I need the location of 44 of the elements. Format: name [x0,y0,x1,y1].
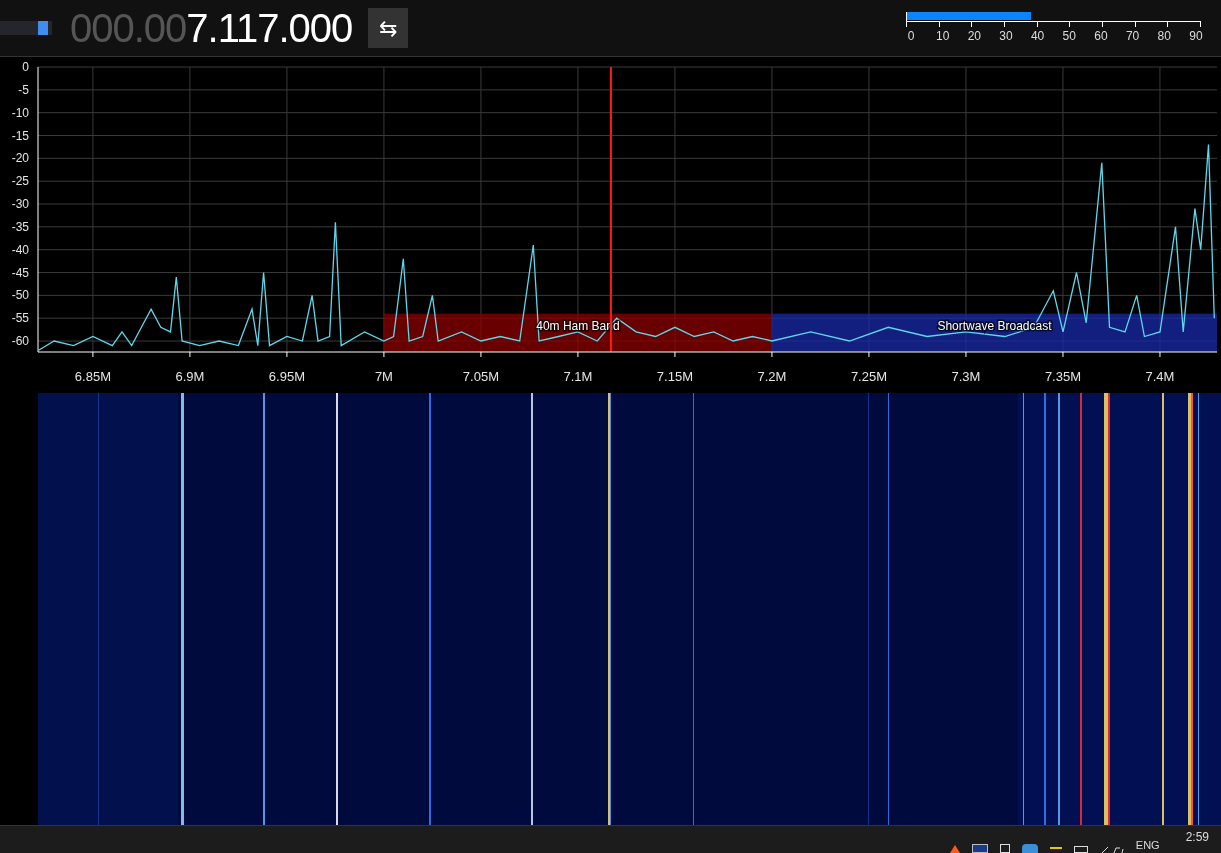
meter-tick-label: 60 [1093,27,1109,45]
x-tick-label: 7M [374,369,393,384]
x-tick-label: 7.15M [656,369,693,384]
meter-tick-label: 90 [1188,27,1204,45]
meter-tick-label: 0 [906,27,916,45]
clock[interactable]: 2:59 [1185,828,1209,846]
swap-button[interactable]: ⇆ [368,8,409,48]
meter-tick-label: 70 [1124,27,1141,45]
app-icon[interactable] [1021,844,1038,853]
y-tick-label: -10 [11,105,29,120]
x-tick-label: 7.25M [850,369,887,384]
y-tick-label: -50 [11,288,29,303]
y-tick-label: -45 [11,265,29,280]
meter-tick-label: 20 [966,27,982,45]
y-tick-label: -5 [18,82,29,97]
x-tick-label: 7.35M [1044,369,1082,384]
y-tick-label: -30 [11,197,29,211]
y-tick-label: -35 [11,219,29,234]
flame-icon[interactable] [949,845,960,853]
y-tick-label: -55 [11,311,29,326]
x-tick-label: 7.2M [757,369,787,384]
meter-tick-label: 80 [1156,27,1172,45]
x-tick-label: 6.95M [268,369,305,384]
frequency-digits[interactable]: 7.117.000 [186,6,353,50]
y-tick-label: -25 [11,174,29,189]
y-tick-label: -60 [11,334,29,349]
volume-slider[interactable] [0,21,52,35]
meter-tick-label: 50 [1061,27,1077,45]
x-tick-label: 7.4M [1145,369,1175,384]
meter-tick-label: 10 [934,27,951,45]
meter-tick-label: 40 [1029,27,1046,45]
x-tick-label: 6.9M [175,369,205,384]
x-tick-label: 7.3M [951,369,981,384]
x-tick-label: 7.05M [462,369,499,384]
slider-thumb[interactable] [37,21,48,35]
y-tick-label: -15 [11,128,29,143]
x-tick-label: 6.85M [74,369,111,384]
y-tick-label: 0 [22,60,29,74]
meter-tick-label: 30 [998,27,1014,45]
y-tick-label: -40 [11,242,29,257]
language-indicator[interactable]: ENG [1135,840,1160,851]
x-tick-label: 7.1M [563,369,593,384]
y-tick-label: -20 [11,151,29,166]
window-icon[interactable] [971,844,988,853]
